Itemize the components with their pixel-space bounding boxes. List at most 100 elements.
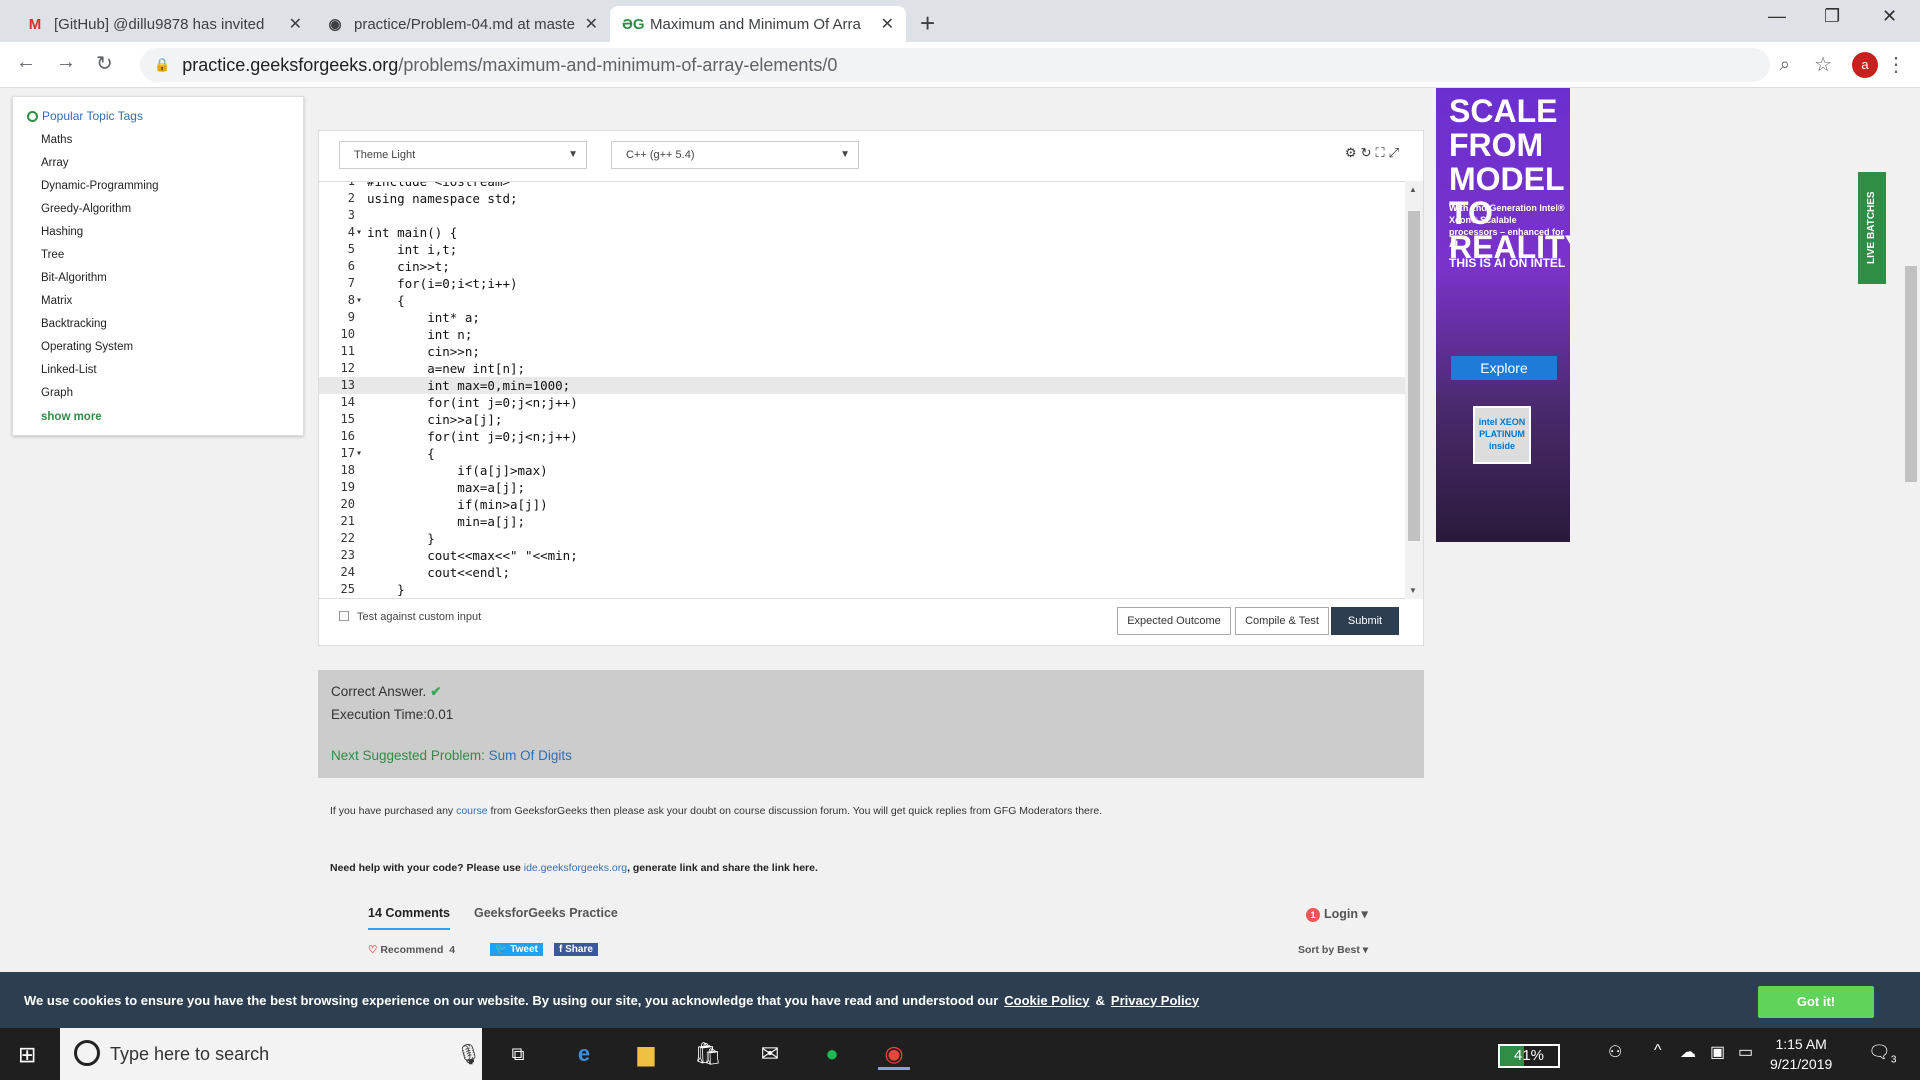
scroll-up-icon[interactable]: ▲ (1409, 185, 1417, 194)
tab-gfg[interactable]: ƏG Maximum and Minimum Of Arra ✕ (610, 6, 906, 42)
code-line[interactable]: 16 for(int j=0;j<n;j++) (319, 428, 1405, 445)
fullscreen-icon[interactable]: ⛶ (1375, 145, 1388, 160)
compile-test-button[interactable]: Compile & Test (1235, 607, 1329, 635)
sort-dropdown[interactable]: Sort by Best ▾ (1298, 944, 1368, 956)
restore-icon[interactable]: ❐ (1824, 6, 1840, 27)
mail-icon[interactable]: ✉ (754, 1038, 786, 1070)
topic-tag-maths[interactable]: Maths (41, 129, 289, 152)
code-line[interactable]: 21 min=a[j]; (319, 513, 1405, 530)
topic-tag-dynamic-programming[interactable]: Dynamic-Programming (41, 175, 289, 198)
topic-tag-array[interactable]: Array (41, 152, 289, 175)
code-line[interactable]: 23 cout<<max<<" "<<min; (319, 547, 1405, 564)
battery-indicator[interactable]: 41% (1498, 1044, 1560, 1068)
editor-scrollbar[interactable]: ▲ ▼ (1405, 181, 1423, 599)
code-line[interactable]: 14 for(int j=0;j<n;j++) (319, 394, 1405, 411)
code-line[interactable]: 5 int i,t; (319, 241, 1405, 258)
ad-explore-button[interactable]: Explore (1451, 356, 1557, 380)
expand-icon[interactable]: ⤢ (1389, 145, 1403, 160)
code-line[interactable]: 12 a=new int[n]; (319, 360, 1405, 377)
code-line[interactable]: 9 int* a; (319, 309, 1405, 326)
code-line[interactable]: 2 using namespace std; (319, 190, 1405, 207)
code-line[interactable]: 24 cout<<endl; (319, 564, 1405, 581)
code-line[interactable]: 6 cin>>t; (319, 258, 1405, 275)
clock[interactable]: 1:15 AM 9/21/2019 (1770, 1034, 1832, 1074)
security-icon[interactable]: ▣ (1710, 1042, 1725, 1062)
notification-icon[interactable]: 🗨3 (1868, 1042, 1896, 1066)
onedrive-icon[interactable]: ☁ (1680, 1042, 1696, 1062)
edge-icon[interactable]: e (568, 1038, 600, 1070)
code-line[interactable]: 25 } (319, 581, 1405, 598)
login-button[interactable]: 1 Login ▾ (1306, 906, 1368, 922)
topic-tag-tree[interactable]: Tree (41, 244, 289, 267)
topic-tag-graph[interactable]: Graph (41, 382, 289, 405)
page-scrollbar-thumb[interactable] (1905, 266, 1917, 482)
zoom-icon[interactable]: ⌕ (1780, 54, 1790, 75)
code-line[interactable]: 8 ▾ { (319, 292, 1405, 309)
code-line[interactable]: 22 } (319, 530, 1405, 547)
code-line[interactable]: 4 ▾ int main() { (319, 224, 1405, 241)
refresh-icon[interactable]: ↻ (1361, 145, 1376, 160)
code-line[interactable]: 19 max=a[j]; (319, 479, 1405, 496)
code-line[interactable]: 20 if(min>a[j]) (319, 496, 1405, 513)
custom-input-checkbox[interactable] (339, 611, 349, 621)
topic-tag-linked-list[interactable]: Linked-List (41, 359, 289, 382)
menu-icon[interactable]: ⋮ (1886, 52, 1906, 77)
code-line[interactable]: 10 int n; (319, 326, 1405, 343)
topic-tag-matrix[interactable]: Matrix (41, 290, 289, 313)
code-area[interactable]: 1 #include <iostream> 2 using namespace std… (319, 181, 1405, 599)
topic-tag-backtracking[interactable]: Backtracking (41, 313, 289, 336)
theme-select[interactable]: Theme Light ▼ (339, 141, 587, 169)
minimize-icon[interactable]: — (1768, 6, 1786, 27)
community-tab[interactable]: GeeksforGeeks Practice (474, 906, 618, 920)
bookmark-star-icon[interactable]: ☆ (1814, 52, 1832, 77)
people-icon[interactable]: ⚇ (1608, 1042, 1622, 1062)
battery-tray-icon[interactable]: ▭ (1738, 1042, 1753, 1062)
editor-scrollbar-thumb[interactable] (1408, 211, 1420, 541)
profile-avatar[interactable]: a (1852, 52, 1878, 78)
settings-gear-icon[interactable]: ⚙ (1345, 145, 1361, 160)
topic-tag-operating-system[interactable]: Operating System (41, 336, 289, 359)
intel-ad-banner[interactable]: SCALE FROM MODEL TO REALITY With 2nd Gen… (1436, 88, 1570, 542)
forward-icon[interactable]: → (56, 51, 76, 74)
code-line[interactable]: 3 (319, 207, 1405, 224)
code-line[interactable]: 13 int max=0,min=1000; (319, 377, 1405, 394)
topic-tag-hashing[interactable]: Hashing (41, 221, 289, 244)
close-tab-icon[interactable]: ✕ (585, 14, 598, 34)
tweet-button[interactable]: 🐦 Tweet (490, 943, 543, 956)
recommend-button[interactable]: ♡ Recommend 4 (368, 944, 455, 956)
store-icon[interactable]: 🛍 (692, 1038, 724, 1070)
url-input[interactable]: 🔒 practice.geeksforgeeks.org/problems/ma… (140, 48, 1770, 82)
scroll-down-icon[interactable]: ▼ (1409, 586, 1417, 595)
code-line[interactable]: 17 ▾ { (319, 445, 1405, 462)
taskbar-search-input[interactable]: Type here to search (60, 1028, 482, 1080)
page-scrollbar[interactable] (1902, 88, 1920, 1028)
submit-button[interactable]: Submit (1331, 607, 1399, 635)
chrome-icon[interactable]: ◉ (878, 1038, 910, 1070)
share-button[interactable]: f Share (554, 943, 598, 956)
next-problem-link[interactable]: Sum Of Digits (489, 748, 572, 763)
language-select[interactable]: C++ (g++ 5.4) ▼ (611, 141, 859, 169)
close-tab-icon[interactable]: ✕ (289, 14, 302, 34)
fold-arrow-icon[interactable]: ▾ (356, 292, 362, 309)
course-link[interactable]: course (456, 805, 488, 817)
expected-outcome-button[interactable]: Expected Outcome (1117, 607, 1231, 635)
task-view-icon[interactable]: ⧉ (502, 1038, 534, 1070)
tray-chevron-icon[interactable]: ^ (1654, 1042, 1662, 1060)
code-line[interactable]: 18 if(a[j]>max) (319, 462, 1405, 479)
reload-icon[interactable]: ↻ (96, 51, 113, 76)
topic-tag-bit-algorithm[interactable]: Bit-Algorithm (41, 267, 289, 290)
back-icon[interactable]: ← (16, 51, 36, 74)
comments-tab[interactable]: 14 Comments (368, 906, 450, 930)
topic-tags-heading[interactable]: Popular Topic Tags (27, 109, 289, 123)
tab-github[interactable]: ◉ practice/Problem-04.md at maste ✕ (314, 6, 610, 42)
ide-link[interactable]: ide.geeksforgeeks.org (524, 862, 627, 874)
fold-arrow-icon[interactable]: ▾ (356, 224, 362, 241)
cookie-policy-link[interactable]: Cookie Policy (1004, 993, 1089, 1008)
code-line[interactable]: 1 #include <iostream> (319, 182, 1405, 190)
file-explorer-icon[interactable]: ▆ (630, 1038, 662, 1070)
code-line[interactable]: 11 cin>>n; (319, 343, 1405, 360)
show-more-link[interactable]: show more (41, 411, 102, 423)
code-line[interactable]: 7 for(i=0;i<t;i++) (319, 275, 1405, 292)
privacy-policy-link[interactable]: Privacy Policy (1111, 993, 1199, 1008)
live-batches-tab[interactable]: LIVE BATCHES (1858, 172, 1886, 284)
